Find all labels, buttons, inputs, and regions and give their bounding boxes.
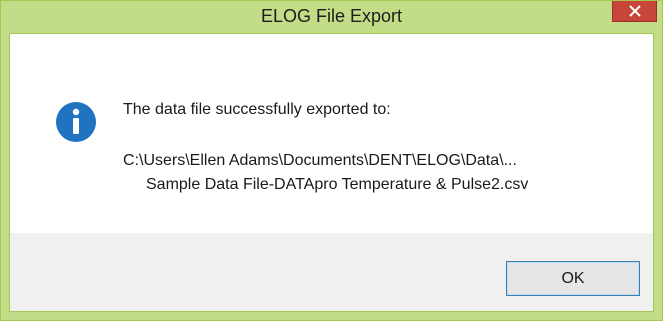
- ok-button[interactable]: OK: [506, 261, 640, 296]
- message-text: The data file successfully exported to:: [123, 101, 391, 118]
- dialog-body: The data file successfully exported to: …: [9, 33, 654, 312]
- title-bar[interactable]: ELOG File Export: [1, 1, 662, 33]
- dialog-window: ELOG File Export The data file successfu…: [0, 0, 663, 321]
- close-button[interactable]: [612, 1, 657, 22]
- dialog-title: ELOG File Export: [260, 6, 403, 26]
- button-area: OK: [10, 233, 653, 311]
- info-icon: [56, 102, 96, 142]
- message-area: The data file successfully exported to: …: [10, 34, 653, 233]
- export-path-line-1: C:\Users\Ellen Adams\Documents\DENT\ELOG…: [123, 152, 517, 169]
- close-icon: [629, 5, 641, 17]
- export-path-line-2: Sample Data File-DATApro Temperature & P…: [146, 176, 529, 193]
